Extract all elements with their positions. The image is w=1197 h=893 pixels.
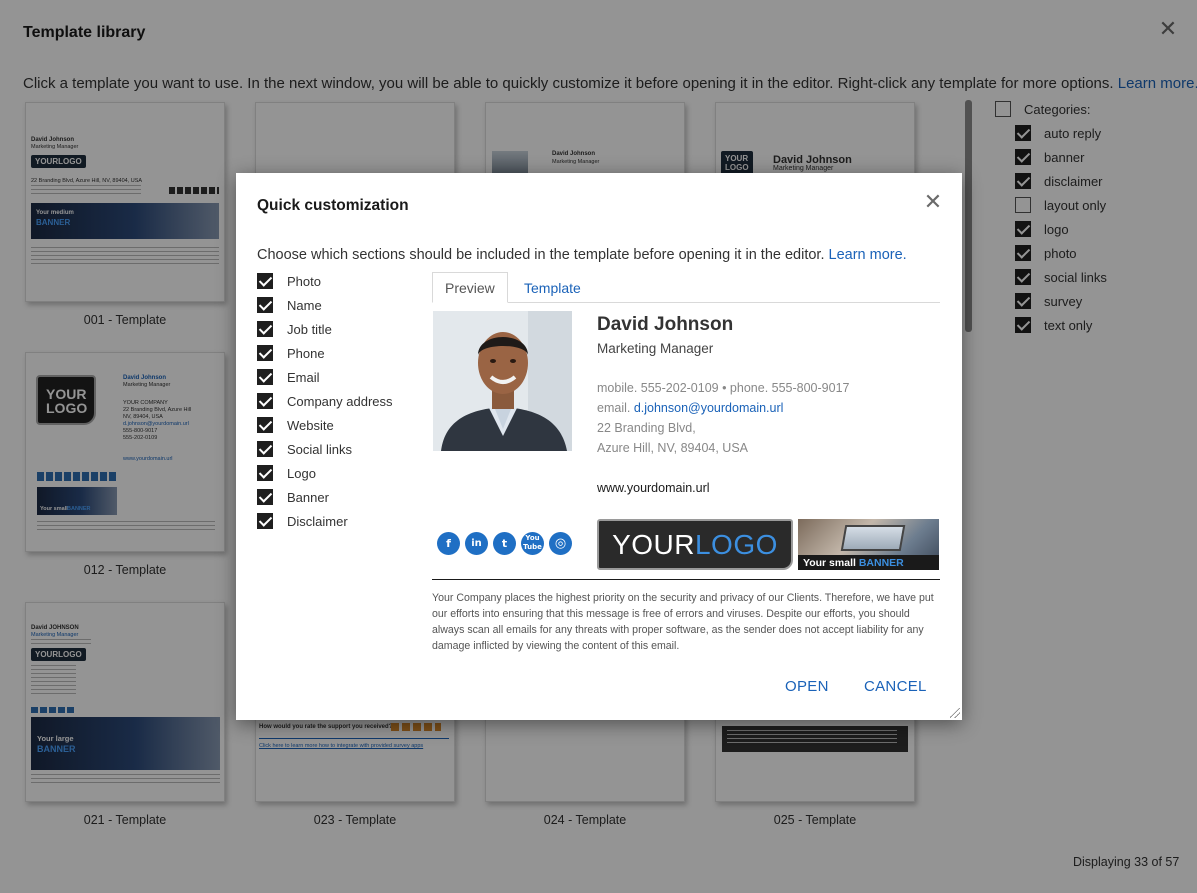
dialog-learn-more-link[interactable]: Learn more. [829, 247, 907, 263]
section-checkbox[interactable] [257, 513, 273, 529]
section-label: Phone [287, 345, 325, 361]
signature-social-links: f in t You Tube ◎ [437, 532, 572, 555]
open-button[interactable]: OPEN [785, 678, 829, 695]
signature-photo [433, 311, 572, 451]
section-checkbox[interactable] [257, 321, 273, 337]
signature-logo: YOURLOGO [597, 519, 793, 570]
cancel-button[interactable]: CANCEL [864, 678, 927, 695]
quick-customization-dialog: Quick customization ✕ Choose which secti… [236, 173, 962, 720]
tab-template[interactable]: Template [512, 272, 593, 303]
section-option[interactable]: Name [257, 297, 322, 313]
section-option[interactable]: Photo [257, 273, 321, 289]
signature-website: www.yourdomain.url [597, 481, 710, 495]
disclaimer-separator [432, 579, 940, 580]
section-checkbox[interactable] [257, 417, 273, 433]
section-checkbox[interactable] [257, 465, 273, 481]
logo-text-logo: LOGO [694, 529, 778, 560]
facebook-icon: f [437, 532, 460, 555]
section-option[interactable]: Disclaimer [257, 513, 348, 529]
section-option[interactable]: Email [257, 369, 320, 385]
signature-disclaimer: Your Company places the highest priority… [432, 592, 934, 652]
signature-address-line1: 22 Branding Blvd, [597, 421, 696, 435]
section-checkbox[interactable] [257, 489, 273, 505]
laptop-image [840, 525, 906, 551]
logo-text-your: YOUR [612, 529, 695, 560]
section-checkbox[interactable] [257, 441, 273, 457]
section-checkbox[interactable] [257, 369, 273, 385]
section-label: Banner [287, 489, 329, 505]
signature-address-line2: Azure Hill, NV, 89404, USA [597, 441, 749, 455]
section-checkbox[interactable] [257, 393, 273, 409]
close-icon[interactable]: ✕ [922, 191, 944, 213]
signature-job-title: Marketing Manager [597, 341, 714, 356]
section-option[interactable]: Banner [257, 489, 329, 505]
section-label: Disclaimer [287, 513, 348, 529]
section-label: Social links [287, 441, 353, 457]
section-checkbox[interactable] [257, 273, 273, 289]
section-label: Photo [287, 273, 321, 289]
section-option[interactable]: Company address [257, 393, 393, 409]
section-label: Job title [287, 321, 332, 337]
banner-text-highlight: BANNER [858, 557, 904, 569]
twitter-icon: t [493, 532, 516, 555]
preview-tabs: Preview Template [432, 272, 940, 303]
signature-name: David Johnson [597, 314, 734, 335]
youtube-icon: You Tube [521, 532, 544, 555]
section-option[interactable]: Job title [257, 321, 332, 337]
section-option[interactable]: Social links [257, 441, 352, 457]
dialog-instructions: Choose which sections should be included… [257, 247, 907, 263]
section-label: Logo [287, 465, 316, 481]
section-label: Email [287, 369, 320, 385]
signature-email: d.johnson@yourdomain.url [633, 401, 784, 415]
section-label: Name [287, 297, 322, 313]
signature-email-label: email. [597, 401, 631, 415]
instagram-icon: ◎ [549, 532, 572, 555]
resize-grip-icon[interactable] [950, 708, 960, 718]
section-checkbox[interactable] [257, 297, 273, 313]
banner-text: Your small BANNER [803, 557, 904, 569]
section-option[interactable]: Logo [257, 465, 316, 481]
dialog-instructions-text: Choose which sections should be included… [257, 247, 825, 263]
section-option[interactable]: Website [257, 417, 334, 433]
linkedin-icon: in [465, 532, 488, 555]
dialog-title: Quick customization [257, 197, 409, 214]
tab-preview[interactable]: Preview [432, 272, 508, 303]
section-label: Company address [287, 393, 393, 409]
section-option[interactable]: Phone [257, 345, 325, 361]
section-label: Website [287, 417, 334, 433]
banner-text-small: Your small [803, 557, 856, 569]
person-photo-icon [433, 311, 572, 451]
section-checkbox[interactable] [257, 345, 273, 361]
signature-email-row: email. d.johnson@yourdomain.url [597, 401, 783, 415]
signature-banner: Your small BANNER [798, 519, 939, 570]
signature-phones: mobile. 555-202-0109 • phone. 555-800-90… [597, 381, 850, 395]
